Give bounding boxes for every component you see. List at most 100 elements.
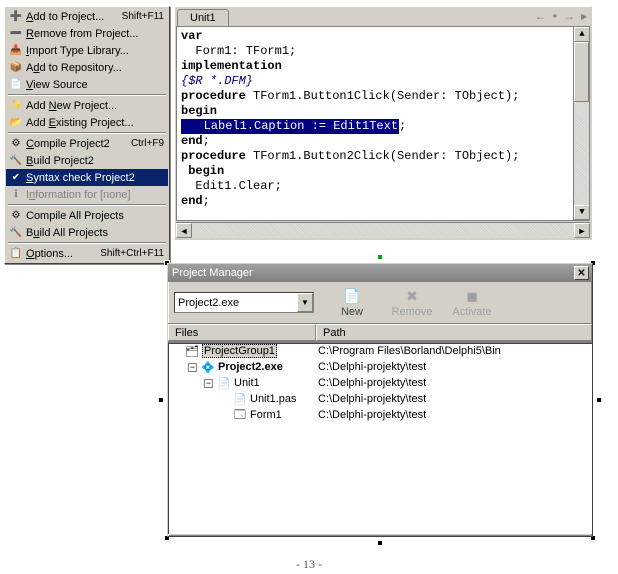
menu-item-label: Syntax check Project2 [26,172,164,184]
menu-item-label: Remove from Project... [26,28,164,40]
page-number: - 13 - [0,557,618,572]
menu-separator [8,94,166,96]
menu-item[interactable]: ✔Syntax check Project2 [6,169,168,186]
menu-item[interactable]: ➕Add to Project...Shift+F11 [6,8,168,25]
menu-item[interactable]: ✨Add New Project... [6,97,168,114]
menu-item-label: Options... [26,248,96,260]
menu-item-label: Compile All Projects [26,210,164,222]
menu-item[interactable]: 📋Options...Shift+Ctrl+F11 [6,245,168,262]
tree-toggle-icon[interactable]: − [188,363,197,372]
menu-item[interactable]: 📂Add Existing Project... [6,114,168,131]
menu-item-icon: ✔ [8,170,24,186]
menu-item[interactable]: 🔨Build All Projects [6,224,168,241]
menu-item-label: Add Existing Project... [26,117,164,129]
resize-handle[interactable] [377,254,383,260]
tree-item-icon: 🗂 [184,344,200,358]
menu-separator [8,204,166,206]
menu-item-shortcut: Shift+Ctrl+F11 [96,248,164,259]
code-line: {$R *.DFM} [181,74,589,89]
project-tree[interactable]: 🗂ProjectGroup1C:\Program Files\Borland\D… [168,342,592,534]
menu-item-icon: 📥 [8,43,24,59]
close-icon[interactable]: ✕ [574,266,589,280]
tree-row[interactable]: −📄Unit1C:\Delphi-projekty\test [168,375,592,391]
tree-toggle-icon[interactable]: − [204,379,213,388]
combo-dropdown-icon[interactable]: ▼ [297,293,313,312]
tree-cell-path: C:\Delphi-projekty\test [316,361,592,373]
code-line: procedure TForm1.Button1Click(Sender: TO… [181,89,589,104]
remove-icon: ✖ [402,288,422,306]
tree-item-icon: 💠 [200,360,216,374]
scroll-thumb-v[interactable] [574,42,589,102]
project-manager-titlebar[interactable]: Project Manager ✕ [168,264,592,282]
code-line: Edit1.Clear; [181,179,589,194]
tab-nav-prev-icon[interactable]: ← [535,9,547,23]
column-path[interactable]: Path [316,324,592,341]
code-area[interactable]: ▲ ▼ var Form1: TForm1;implementation{$R … [176,26,590,221]
menu-item-shortcut: Ctrl+F9 [127,138,164,149]
menu-item-icon: 🔨 [8,153,24,169]
menu-item[interactable]: 📥Import Type Library... [6,42,168,59]
remove-button-label: Remove [392,306,433,318]
tree-row[interactable]: 📄Unit1.pasC:\Delphi-projekty\test [168,391,592,407]
menu-item: ℹInformation for [none] [6,186,168,203]
menu-item[interactable]: 📄View Source [6,76,168,93]
project-manager-columns: Files Path [168,324,592,342]
menu-item[interactable]: ⚙Compile Project2Ctrl+F9 [6,135,168,152]
new-button[interactable]: 📄 New [330,288,374,318]
activate-button-label: Activate [452,306,491,318]
menu-item-icon: ➕ [8,9,24,25]
tree-item-icon: 🗔 [232,408,248,422]
tree-cell-files: 🗔Form1 [168,408,316,422]
resize-handle[interactable] [596,397,602,403]
active-project-value: Project2.exe [178,297,239,309]
new-button-label: New [341,306,363,318]
code-line: end; [181,134,589,149]
tab-nav: ← • → ▸ [535,9,587,23]
editor-tab-unit1[interactable]: Unit1 [177,9,229,27]
code-line: Label1.Caption := Edit1Text; [181,119,589,134]
scroll-down-icon[interactable]: ▼ [574,205,590,220]
menu-item-label: Add to Project... [26,11,118,23]
code-selection: Label1.Caption := Edit1Text [181,119,399,134]
column-files[interactable]: Files [168,324,316,341]
tree-cell-path: C:\Delphi-projekty\test [316,409,592,421]
tree-cell-path: C:\Program Files\Borland\Delphi5\Bin [316,345,592,357]
activate-icon: ◼ [462,288,482,306]
activate-button: ◼ Activate [450,288,494,318]
tab-nav-next-icon[interactable]: → [563,9,575,23]
tree-cell-files: −💠Project2.exe [168,360,316,374]
tab-nav-menu-icon[interactable]: ▸ [581,9,587,23]
scrollbar-horizontal[interactable]: ◄ ► [176,222,590,238]
project-manager-window: Project Manager ✕ Project2.exe ▼ 📄 New ✖… [167,263,593,537]
menu-item-label: Information for [none] [26,189,164,201]
tree-row[interactable]: 🗂ProjectGroup1C:\Program Files\Borland\D… [168,343,592,359]
resize-handle[interactable] [158,397,164,403]
code-line: begin [181,104,589,119]
code-line: implementation [181,59,589,74]
active-project-combo[interactable]: Project2.exe ▼ [174,292,314,313]
menu-item-icon: 📋 [8,246,24,262]
menu-item[interactable]: ➖Remove from Project... [6,25,168,42]
menu-item-icon: ✨ [8,98,24,114]
resize-handle[interactable] [377,540,383,546]
tree-item-label: Unit1 [234,377,260,389]
menu-item[interactable]: 🔨Build Project2 [6,152,168,169]
scrollbar-vertical[interactable]: ▲ ▼ [573,27,589,220]
scroll-left-icon[interactable]: ◄ [176,223,192,238]
tree-cell-path: C:\Delphi-projekty\test [316,377,592,389]
menu-item-label: Build Project2 [26,155,164,167]
menu-item[interactable]: 📦Add to Repository... [6,59,168,76]
scroll-up-icon[interactable]: ▲ [574,27,590,42]
tree-row[interactable]: 🗔Form1C:\Delphi-projekty\test [168,407,592,423]
tab-nav-bullet-icon: • [553,9,557,23]
tree-cell-files: 🗂ProjectGroup1 [168,344,316,358]
menu-item-label: Compile Project2 [26,138,127,150]
menu-item-label: Add New Project... [26,100,164,112]
tree-cell-files: −📄Unit1 [168,376,316,390]
menu-separator [8,132,166,134]
editor-tabstrip: Unit1 ← • → ▸ [175,7,591,26]
scroll-right-icon[interactable]: ► [574,223,590,238]
menu-item-icon: ⚙ [8,136,24,152]
menu-item[interactable]: ⚙Compile All Projects [6,207,168,224]
tree-row[interactable]: −💠Project2.exeC:\Delphi-projekty\test [168,359,592,375]
